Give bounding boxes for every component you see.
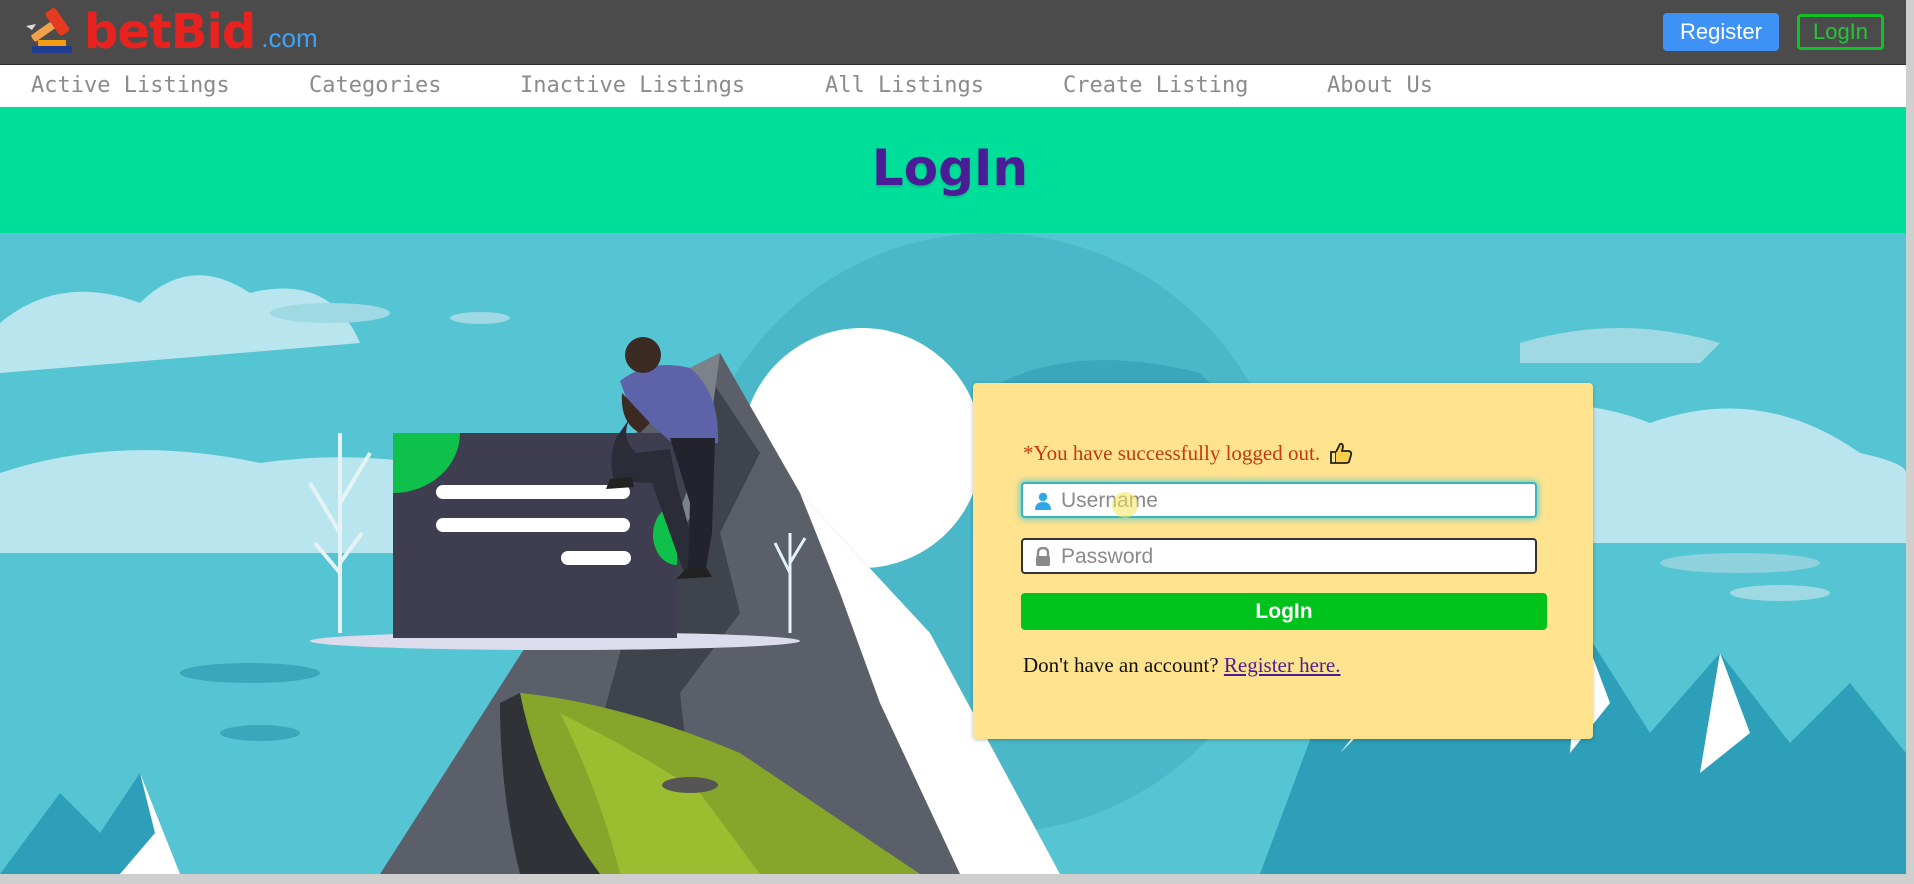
register-prompt: Don't have an account? Register here. bbox=[1023, 653, 1341, 678]
page-title: LogIn bbox=[871, 139, 1029, 197]
nav-inactive-listings[interactable]: Inactive Listings bbox=[520, 73, 745, 98]
user-icon bbox=[1035, 492, 1051, 510]
username-field[interactable] bbox=[1021, 482, 1537, 518]
mouse-cursor-highlight bbox=[1112, 492, 1138, 518]
nav-active-listings[interactable]: Active Listings bbox=[31, 73, 230, 98]
brand-name: betBid bbox=[84, 4, 256, 60]
thumbs-up-icon bbox=[1330, 442, 1353, 464]
login-card: *You have successfully logged out. LogIn… bbox=[973, 383, 1593, 739]
brand-logo[interactable]: betBid .com bbox=[24, 6, 318, 58]
main-nav: Active Listings Categories Inactive List… bbox=[0, 65, 1906, 108]
hero-banner: LogIn bbox=[0, 107, 1906, 233]
lock-icon bbox=[1036, 547, 1050, 566]
register-button[interactable]: Register bbox=[1663, 13, 1779, 51]
nav-create-listing[interactable]: Create Listing bbox=[1063, 73, 1248, 98]
gavel-icon bbox=[26, 8, 72, 53]
register-here-link[interactable]: Register here. bbox=[1224, 653, 1341, 677]
nav-all-listings[interactable]: All Listings bbox=[825, 73, 984, 98]
brand-suffix: .com bbox=[261, 23, 318, 53]
password-input[interactable] bbox=[1059, 540, 1533, 574]
login-submit-button[interactable]: LogIn bbox=[1021, 593, 1547, 630]
vertical-scrollbar[interactable] bbox=[1906, 0, 1914, 884]
nav-categories[interactable]: Categories bbox=[309, 73, 441, 98]
background-illustration bbox=[0, 233, 1906, 874]
password-field[interactable] bbox=[1021, 538, 1537, 574]
login-button-header[interactable]: LogIn bbox=[1797, 14, 1884, 50]
register-prompt-text: Don't have an account? bbox=[1023, 653, 1219, 677]
mountain-scene-illustration bbox=[0, 233, 1906, 874]
logout-message-text: *You have successfully logged out. bbox=[1023, 440, 1321, 465]
page-bottom-edge bbox=[0, 874, 1914, 884]
top-header: betBid .com Register LogIn bbox=[0, 0, 1906, 65]
nav-about-us[interactable]: About Us bbox=[1327, 73, 1433, 98]
logout-message: *You have successfully logged out. bbox=[1023, 440, 1354, 466]
